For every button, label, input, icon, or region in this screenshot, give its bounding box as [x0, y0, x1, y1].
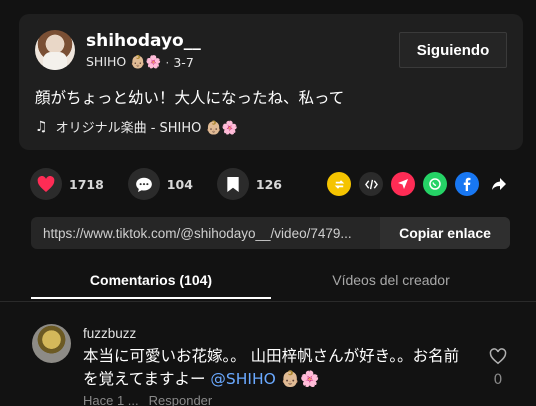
meta-separator: ·: [165, 54, 170, 70]
comment-mention[interactable]: @SHIHO 👶🏼🌸: [210, 370, 319, 388]
video-url-field[interactable]: https://www.tiktok.com/@shihodayo__/vide…: [31, 226, 380, 241]
music-title: オリジナル楽曲 - SHIHO 👶🏼🌸: [55, 121, 238, 136]
creator-meta: SHIHO 👶🏼🌸 · 3-7: [86, 54, 194, 70]
comment-bubble-icon[interactable]: [127, 168, 160, 200]
action-bar: 1718 104 126: [30, 168, 306, 200]
save-count: 126: [255, 176, 282, 192]
tab-comments[interactable]: Comentarios (104): [31, 272, 271, 288]
embed-icon[interactable]: [359, 172, 383, 196]
facebook-icon[interactable]: [455, 172, 479, 196]
active-tab-indicator: [31, 297, 271, 299]
bookmark-icon[interactable]: [216, 168, 249, 200]
comment-count: 104: [166, 176, 193, 192]
creator-username[interactable]: shihodayo__: [86, 31, 201, 51]
comment-footer: Hace 1 ... Responder: [83, 393, 212, 406]
commenter-username[interactable]: fuzzbuzz: [83, 326, 136, 341]
whatsapp-icon[interactable]: [423, 172, 447, 196]
post-date: 3-7: [173, 54, 194, 70]
comment-like-count: 0: [493, 372, 503, 388]
comment-time: Hace 1 ...: [83, 393, 139, 406]
send-icon[interactable]: [391, 172, 415, 196]
post-caption: 顔がちょっと幼い！大人になったね、私って: [35, 89, 345, 107]
tab-creator-videos[interactable]: Vídeos del creador: [271, 272, 511, 288]
music-link[interactable]: ♫ オリジナル楽曲 - SHIHO 👶🏼🌸: [35, 117, 238, 137]
repost-icon[interactable]: [327, 172, 351, 196]
share-link-bar: https://www.tiktok.com/@shihodayo__/vide…: [31, 217, 510, 249]
creator-display-name: SHIHO 👶🏼🌸: [86, 54, 162, 69]
comment-action[interactable]: 104: [127, 168, 193, 200]
like-action[interactable]: 1718: [30, 168, 104, 200]
post-card: shihodayo__ SHIHO 👶🏼🌸 · 3-7 Siguiendo 顔が…: [19, 14, 523, 150]
reply-button[interactable]: Responder: [149, 393, 213, 406]
more-share-icon[interactable]: [487, 172, 511, 196]
creator-avatar[interactable]: [35, 30, 75, 70]
heart-icon[interactable]: [30, 168, 62, 200]
commenter-avatar[interactable]: [32, 324, 71, 363]
copy-link-button[interactable]: Copiar enlace: [380, 217, 510, 249]
following-button[interactable]: Siguiendo: [399, 32, 507, 68]
share-icons: [327, 172, 511, 196]
comment-text: 本当に可愛いお花嫁。。 山田梓帆さんが好き。。お名前を覚えてますよー @SHIH…: [83, 345, 463, 391]
save-action[interactable]: 126: [216, 168, 282, 200]
content-tabs: Comentarios (104) Vídeos del creador: [0, 264, 536, 302]
comment-heart-icon[interactable]: [486, 348, 510, 369]
music-note-icon: ♫: [35, 118, 48, 135]
like-count: 1718: [69, 176, 104, 192]
